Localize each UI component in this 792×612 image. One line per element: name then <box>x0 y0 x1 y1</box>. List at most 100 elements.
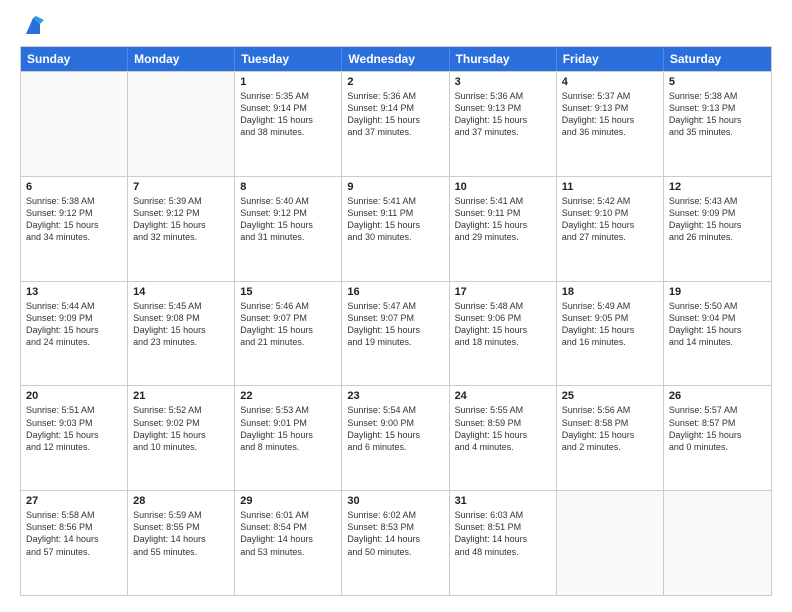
cal-cell <box>128 72 235 176</box>
page-header <box>20 16 772 36</box>
cal-cell: 22 Sunrise: 5:53 AM Sunset: 9:01 PM Dayli… <box>235 386 342 490</box>
cal-cell: 1Sunrise: 5:35 AM Sunset: 9:14 PM Daylig… <box>235 72 342 176</box>
cal-cell: 13 Sunrise: 5:44 AM Sunset: 9:09 PM Dayli… <box>21 282 128 386</box>
day-number: 16 <box>347 286 443 298</box>
day-number: 4 <box>562 76 658 88</box>
day-number: 27 <box>26 495 122 507</box>
cal-cell: 6 Sunrise: 5:38 AM Sunset: 9:12 PM Daylig… <box>21 177 128 281</box>
calendar-header: SundayMondayTuesdayWednesdayThursdayFrid… <box>21 47 771 71</box>
cal-cell: 31Sunrise: 6:03 AM Sunset: 8:51 PM Dayli… <box>450 491 557 595</box>
cell-info: Sunrise: 6:02 AM Sunset: 8:53 PM Dayligh… <box>347 509 443 558</box>
cal-cell: 10 Sunrise: 5:41 AM Sunset: 9:11 PM Dayli… <box>450 177 557 281</box>
week-row-4: 20 Sunrise: 5:51 AM Sunset: 9:03 PM Dayli… <box>21 385 771 490</box>
day-number: 30 <box>347 495 443 507</box>
cal-cell: 27 Sunrise: 5:58 AM Sunset: 8:56 PM Dayli… <box>21 491 128 595</box>
cal-cell: 7Sunrise: 5:39 AM Sunset: 9:12 PM Daylig… <box>128 177 235 281</box>
cal-cell: 14 Sunrise: 5:45 AM Sunset: 9:08 PM Dayli… <box>128 282 235 386</box>
cell-info: Sunrise: 5:52 AM Sunset: 9:02 PM Dayligh… <box>133 404 229 453</box>
cell-info: Sunrise: 5:53 AM Sunset: 9:01 PM Dayligh… <box>240 404 336 453</box>
cell-info: Sunrise: 6:01 AM Sunset: 8:54 PM Dayligh… <box>240 509 336 558</box>
cell-info: Sunrise: 5:45 AM Sunset: 9:08 PM Dayligh… <box>133 300 229 349</box>
cal-cell: 23 Sunrise: 5:54 AM Sunset: 9:00 PM Dayli… <box>342 386 449 490</box>
week-row-2: 6 Sunrise: 5:38 AM Sunset: 9:12 PM Daylig… <box>21 176 771 281</box>
day-number: 6 <box>26 181 122 193</box>
cell-info: Sunrise: 5:51 AM Sunset: 9:03 PM Dayligh… <box>26 404 122 453</box>
cal-cell: 16 Sunrise: 5:47 AM Sunset: 9:07 PM Dayli… <box>342 282 449 386</box>
cell-info: Sunrise: 5:49 AM Sunset: 9:05 PM Dayligh… <box>562 300 658 349</box>
cell-info: Sunrise: 5:57 AM Sunset: 8:57 PM Dayligh… <box>669 404 766 453</box>
day-number: 17 <box>455 286 551 298</box>
day-number: 11 <box>562 181 658 193</box>
week-row-5: 27 Sunrise: 5:58 AM Sunset: 8:56 PM Dayli… <box>21 490 771 595</box>
cal-cell: 18 Sunrise: 5:49 AM Sunset: 9:05 PM Dayli… <box>557 282 664 386</box>
cal-cell: 26 Sunrise: 5:57 AM Sunset: 8:57 PM Dayli… <box>664 386 771 490</box>
day-number: 22 <box>240 390 336 402</box>
cal-cell: 3 Sunrise: 5:36 AM Sunset: 9:13 PM Daylig… <box>450 72 557 176</box>
day-number: 10 <box>455 181 551 193</box>
cal-cell: 17 Sunrise: 5:48 AM Sunset: 9:06 PM Dayli… <box>450 282 557 386</box>
day-number: 20 <box>26 390 122 402</box>
day-number: 12 <box>669 181 766 193</box>
cell-info: Sunrise: 5:48 AM Sunset: 9:06 PM Dayligh… <box>455 300 551 349</box>
day-number: 2 <box>347 76 443 88</box>
day-number: 18 <box>562 286 658 298</box>
cell-info: Sunrise: 5:35 AM Sunset: 9:14 PM Dayligh… <box>240 90 336 139</box>
cell-info: Sunrise: 5:41 AM Sunset: 9:11 PM Dayligh… <box>455 195 551 244</box>
cal-cell: 28 Sunrise: 5:59 AM Sunset: 8:55 PM Dayli… <box>128 491 235 595</box>
cal-cell: 9Sunrise: 5:41 AM Sunset: 9:11 PM Daylig… <box>342 177 449 281</box>
cell-info: Sunrise: 5:40 AM Sunset: 9:12 PM Dayligh… <box>240 195 336 244</box>
day-number: 14 <box>133 286 229 298</box>
cal-cell: 25 Sunrise: 5:56 AM Sunset: 8:58 PM Dayli… <box>557 386 664 490</box>
day-number: 23 <box>347 390 443 402</box>
day-number: 15 <box>240 286 336 298</box>
day-number: 28 <box>133 495 229 507</box>
cal-cell: 5 Sunrise: 5:38 AM Sunset: 9:13 PM Daylig… <box>664 72 771 176</box>
day-header-wednesday: Wednesday <box>342 47 449 71</box>
cal-cell: 20 Sunrise: 5:51 AM Sunset: 9:03 PM Dayli… <box>21 386 128 490</box>
cal-cell: 24 Sunrise: 5:55 AM Sunset: 8:59 PM Dayli… <box>450 386 557 490</box>
day-number: 29 <box>240 495 336 507</box>
cal-cell: 8 Sunrise: 5:40 AM Sunset: 9:12 PM Daylig… <box>235 177 342 281</box>
week-row-3: 13 Sunrise: 5:44 AM Sunset: 9:09 PM Dayli… <box>21 281 771 386</box>
cell-info: Sunrise: 5:59 AM Sunset: 8:55 PM Dayligh… <box>133 509 229 558</box>
day-header-tuesday: Tuesday <box>235 47 342 71</box>
cal-cell: 12 Sunrise: 5:43 AM Sunset: 9:09 PM Dayli… <box>664 177 771 281</box>
cell-info: Sunrise: 5:55 AM Sunset: 8:59 PM Dayligh… <box>455 404 551 453</box>
cal-cell <box>21 72 128 176</box>
cell-info: Sunrise: 5:36 AM Sunset: 9:14 PM Dayligh… <box>347 90 443 139</box>
day-number: 19 <box>669 286 766 298</box>
calendar-body: 1Sunrise: 5:35 AM Sunset: 9:14 PM Daylig… <box>21 71 771 595</box>
cal-cell: 21 Sunrise: 5:52 AM Sunset: 9:02 PM Dayli… <box>128 386 235 490</box>
calendar: SundayMondayTuesdayWednesdayThursdayFrid… <box>20 46 772 596</box>
week-row-1: 1Sunrise: 5:35 AM Sunset: 9:14 PM Daylig… <box>21 71 771 176</box>
day-number: 25 <box>562 390 658 402</box>
day-number: 8 <box>240 181 336 193</box>
day-number: 21 <box>133 390 229 402</box>
cell-info: Sunrise: 5:44 AM Sunset: 9:09 PM Dayligh… <box>26 300 122 349</box>
day-number: 9 <box>347 181 443 193</box>
cal-cell: 19Sunrise: 5:50 AM Sunset: 9:04 PM Dayli… <box>664 282 771 386</box>
logo-icon <box>22 16 44 38</box>
cal-cell: 4Sunrise: 5:37 AM Sunset: 9:13 PM Daylig… <box>557 72 664 176</box>
day-number: 24 <box>455 390 551 402</box>
cell-info: Sunrise: 5:46 AM Sunset: 9:07 PM Dayligh… <box>240 300 336 349</box>
day-number: 5 <box>669 76 766 88</box>
day-number: 7 <box>133 181 229 193</box>
day-header-saturday: Saturday <box>664 47 771 71</box>
day-number: 3 <box>455 76 551 88</box>
cell-info: Sunrise: 5:43 AM Sunset: 9:09 PM Dayligh… <box>669 195 766 244</box>
cal-cell: 2 Sunrise: 5:36 AM Sunset: 9:14 PM Daylig… <box>342 72 449 176</box>
cal-cell: 11Sunrise: 5:42 AM Sunset: 9:10 PM Dayli… <box>557 177 664 281</box>
cell-info: Sunrise: 5:54 AM Sunset: 9:00 PM Dayligh… <box>347 404 443 453</box>
cell-info: Sunrise: 5:38 AM Sunset: 9:12 PM Dayligh… <box>26 195 122 244</box>
day-number: 13 <box>26 286 122 298</box>
day-header-monday: Monday <box>128 47 235 71</box>
cell-info: Sunrise: 5:56 AM Sunset: 8:58 PM Dayligh… <box>562 404 658 453</box>
day-header-thursday: Thursday <box>450 47 557 71</box>
cell-info: Sunrise: 5:38 AM Sunset: 9:13 PM Dayligh… <box>669 90 766 139</box>
day-header-sunday: Sunday <box>21 47 128 71</box>
cell-info: Sunrise: 5:47 AM Sunset: 9:07 PM Dayligh… <box>347 300 443 349</box>
cell-info: Sunrise: 5:58 AM Sunset: 8:56 PM Dayligh… <box>26 509 122 558</box>
cell-info: Sunrise: 5:36 AM Sunset: 9:13 PM Dayligh… <box>455 90 551 139</box>
day-number: 26 <box>669 390 766 402</box>
